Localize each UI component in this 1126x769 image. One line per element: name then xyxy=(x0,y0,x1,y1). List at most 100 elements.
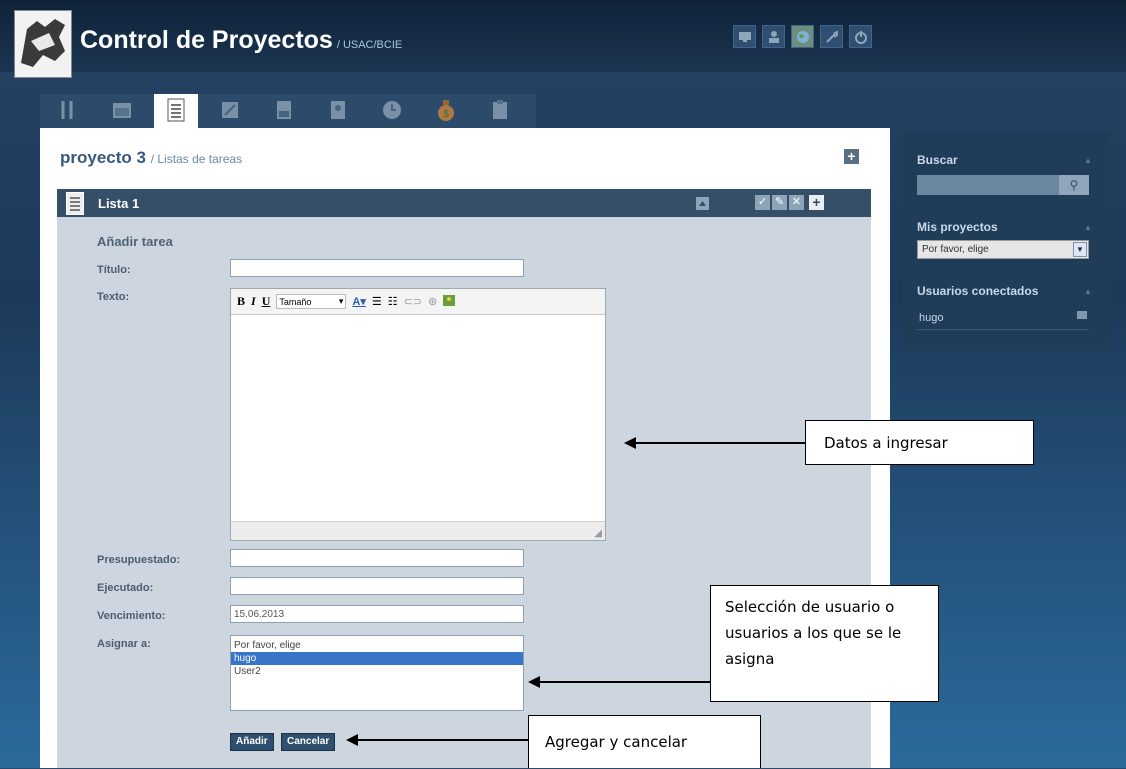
assign-option-selected[interactable]: hugo xyxy=(231,652,523,665)
font-size-placeholder: Tamaño xyxy=(279,296,312,307)
texto-label: Texto: xyxy=(97,291,130,303)
editor-toolbar: B I U Tamaño ▾ A▾ ☰ ☷ ⊂⊃ ⊛ xyxy=(231,289,605,315)
chat-icon[interactable] xyxy=(1077,311,1087,319)
tab-time[interactable] xyxy=(370,94,414,128)
texto-editor[interactable]: B I U Tamaño ▾ A▾ ☰ ☷ ⊂⊃ ⊛ ◢ xyxy=(230,288,606,541)
numbered-list-icon[interactable]: ☷ xyxy=(388,295,398,308)
ejecutado-label: Ejecutado: xyxy=(97,582,154,594)
underline-button[interactable]: U xyxy=(262,294,271,309)
vencimiento-label: Vencimiento: xyxy=(97,610,166,622)
id-card-icon xyxy=(327,99,349,124)
font-size-select[interactable]: Tamaño ▾ xyxy=(276,294,347,309)
bold-button[interactable]: B xyxy=(237,294,245,309)
editor-resize-bar[interactable]: ◢ xyxy=(231,521,605,540)
assign-option[interactable]: User2 xyxy=(231,665,523,678)
search-input[interactable] xyxy=(917,175,1059,195)
arrow-line xyxy=(636,442,805,444)
collapse-arrow-icon[interactable]: ▲ xyxy=(1084,156,1092,165)
callout-datos: Datos a ingresar xyxy=(805,420,1034,465)
collapse-list-button[interactable] xyxy=(696,197,709,210)
form-title: Añadir tarea xyxy=(97,234,173,249)
font-color-button[interactable]: A▾ xyxy=(352,295,365,308)
callout-usuarios: Selección de usuario o usuarios a los qu… xyxy=(710,585,939,702)
wrench-icon[interactable] xyxy=(820,25,843,48)
chevron-down-icon[interactable]: ▼ xyxy=(1073,242,1087,257)
link-icon[interactable]: ⊂⊃ xyxy=(404,295,422,308)
asignar-listbox[interactable]: Por favor, elige hugo User2 xyxy=(230,635,524,711)
tab-edit[interactable] xyxy=(208,94,252,128)
search-button[interactable]: ⚲ xyxy=(1059,175,1089,195)
arrow-head-icon xyxy=(624,437,636,449)
chevron-down-icon: ▾ xyxy=(338,296,344,306)
callout-usuarios-line: asigna xyxy=(725,650,775,668)
tools-icon xyxy=(57,99,79,124)
edit-list-button[interactable]: ✎ xyxy=(772,195,787,210)
add-button[interactable]: Añadir xyxy=(230,733,274,751)
list-title: Lista 1 xyxy=(98,196,140,211)
search-section-title: Buscar xyxy=(917,153,958,167)
money-bag-icon: $ xyxy=(435,98,457,125)
editor-content-area[interactable] xyxy=(231,314,605,522)
add-task-button[interactable]: + xyxy=(809,195,824,210)
tab-tools[interactable] xyxy=(46,94,90,128)
user-icon[interactable] xyxy=(762,25,785,48)
clipboard-icon xyxy=(489,99,511,124)
arrow-head-icon xyxy=(528,676,540,688)
projects-select[interactable]: Por favor, elige ▼ xyxy=(917,240,1089,259)
app-title: Control de Proyectos / USAC/BCIE xyxy=(80,26,403,54)
power-icon[interactable] xyxy=(849,25,872,48)
callout-usuarios-line: Selección de usuario o xyxy=(725,598,895,616)
asignar-label: Asignar a: xyxy=(97,638,151,650)
app-subtitle: / USAC/BCIE xyxy=(336,39,403,51)
arrow-line xyxy=(358,739,528,741)
presupuestado-label: Presupuestado: xyxy=(97,554,181,566)
checklist-icon xyxy=(165,97,187,126)
tab-clipboard[interactable] xyxy=(478,94,522,128)
calendar-icon xyxy=(111,99,133,124)
cancel-button[interactable]: Cancelar xyxy=(281,733,336,751)
right-sidebar: Buscar ▲ ⚲ Mis proyectos ▲ Por favor, el… xyxy=(903,131,1110,351)
vencimiento-input[interactable]: 15.06.2013 xyxy=(230,605,524,623)
add-list-button[interactable]: + xyxy=(844,149,859,164)
projects-section-title: Mis proyectos xyxy=(917,220,998,234)
bulleted-list-icon[interactable]: ☰ xyxy=(372,295,382,308)
assign-option[interactable]: Por favor, elige xyxy=(231,639,523,652)
titulo-label: Título: xyxy=(97,264,131,276)
resize-grip-icon[interactable]: ◢ xyxy=(594,528,602,539)
app-header: Control de Proyectos / USAC/BCIE xyxy=(0,0,1126,78)
svg-text:$: $ xyxy=(443,109,449,120)
list-header: Lista 1 ✓ ✎ ✕ + xyxy=(57,189,871,217)
projects-select-value: Por favor, elige xyxy=(922,244,989,255)
unlink-icon[interactable]: ⊛ xyxy=(428,295,437,308)
arrow-head-icon xyxy=(346,734,358,746)
tab-tasks[interactable] xyxy=(154,94,198,128)
clock-icon xyxy=(381,99,403,124)
tab-documents[interactable] xyxy=(262,94,306,128)
ejecutado-input[interactable] xyxy=(230,577,524,595)
monitor-icon[interactable] xyxy=(733,25,756,48)
tab-calendar[interactable] xyxy=(100,94,144,128)
globe-icon[interactable] xyxy=(791,25,814,48)
callout-botones: Agregar y cancelar xyxy=(528,715,761,768)
page-subtitle: / Listas de tareas xyxy=(150,152,243,166)
delete-list-button[interactable]: ✕ xyxy=(789,195,804,210)
collapse-arrow-icon[interactable]: ▲ xyxy=(1084,287,1092,296)
online-user-name: hugo xyxy=(919,312,944,324)
online-user-row[interactable]: hugo xyxy=(917,309,1089,330)
module-tabs: $ xyxy=(40,94,536,128)
presupuestado-input[interactable] xyxy=(230,549,524,567)
collapse-arrow-icon[interactable]: ▲ xyxy=(1084,223,1092,232)
checklist-icon xyxy=(66,192,84,215)
page-title: proyecto 3 / Listas de tareas xyxy=(60,148,243,167)
users-section-title: Usuarios conectados xyxy=(917,284,1039,298)
italic-button[interactable]: I xyxy=(251,294,256,309)
titulo-input[interactable] xyxy=(230,259,524,277)
image-icon[interactable] xyxy=(443,294,456,309)
complete-list-button[interactable]: ✓ xyxy=(755,195,770,210)
search-icon: ⚲ xyxy=(1069,178,1079,192)
arrow-line xyxy=(540,681,710,683)
edit-icon xyxy=(219,99,241,124)
tab-budget[interactable]: $ xyxy=(424,94,468,128)
tab-contacts[interactable] xyxy=(316,94,360,128)
callout-usuarios-line: usuarios a los que se le xyxy=(725,624,902,642)
